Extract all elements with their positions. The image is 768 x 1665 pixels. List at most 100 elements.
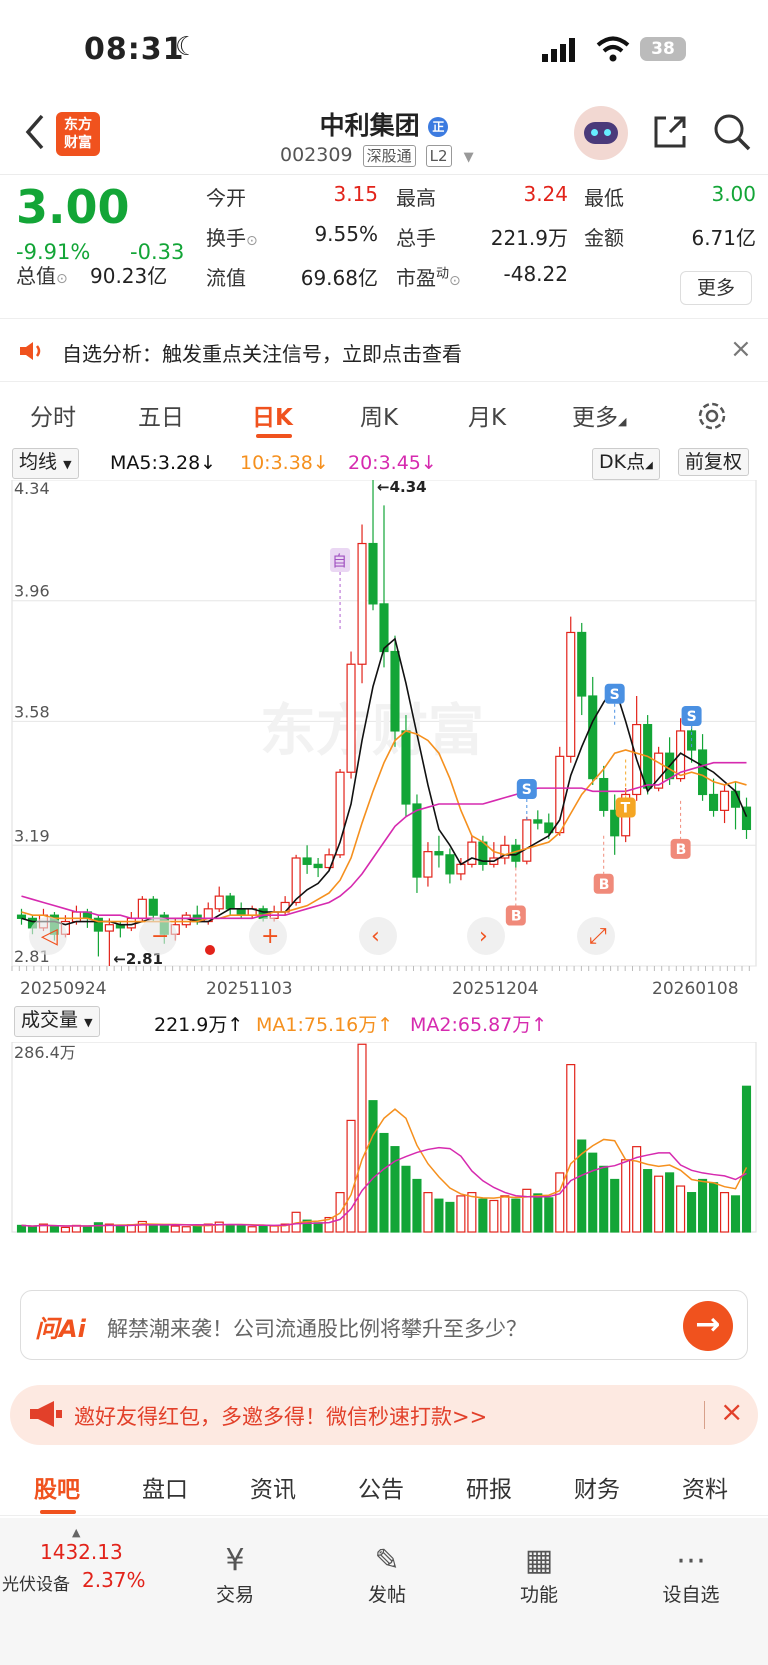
promo-close-icon[interactable]: × — [720, 1395, 743, 1428]
share-icon[interactable] — [652, 114, 688, 150]
tab-monthly-k[interactable]: 月K — [468, 398, 506, 432]
candle-body — [357, 542, 367, 665]
kline-chart-area[interactable]: 均线 ▼ MA5:3.28↓ 10:3.38↓ 20:3.45↓ DK点◢ 前复… — [0, 446, 768, 1246]
volume-bar — [730, 1195, 741, 1233]
volume-value: 221.9万 — [490, 226, 568, 250]
stock-code-row[interactable]: 002309 深股通 L2 ▼ — [280, 144, 474, 167]
tab-announcements[interactable]: 公告 — [358, 1470, 404, 1504]
ai-question-bar[interactable]: 问Ai 解禁潮来袭！公司流通股比例将攀升至多少？ → — [20, 1290, 748, 1360]
ma20-legend: 20:3.45↓ — [348, 452, 437, 474]
float-cap-value: 69.68亿 — [300, 266, 378, 290]
tab-weekly-k[interactable]: 周K — [360, 398, 398, 432]
y-tick-label: 4.34 — [14, 480, 50, 498]
more-quote-button[interactable]: 更多 — [680, 271, 752, 305]
volume-bar — [214, 1221, 224, 1233]
volume-bar — [654, 1175, 664, 1233]
info-icon[interactable]: ⊙ — [56, 271, 68, 287]
volume-bar — [588, 1152, 598, 1233]
candlestick-chart[interactable]: 4.343.963.583.192.81东方财富←4.34←2.81自SSSBB… — [0, 480, 768, 1000]
volume-bar — [511, 1198, 521, 1233]
tab-news[interactable]: 资讯 — [250, 1470, 296, 1504]
moon-icon: ☾ — [175, 32, 199, 62]
tab-more[interactable]: 更多◢ — [572, 398, 626, 432]
pe-value: -48.22 — [503, 262, 568, 286]
volume-bar — [49, 1225, 60, 1233]
zoom-out-icon-glyph: − — [151, 924, 169, 949]
adjust-mode-button[interactable]: 前复权 — [678, 448, 750, 476]
volume-bar — [346, 1119, 356, 1233]
tab-daily-k[interactable]: 日K — [252, 398, 293, 432]
volume-bar — [489, 1199, 499, 1233]
chart-prev-arrow-icon-glyph: ◁ — [41, 924, 58, 949]
volume-bar — [379, 1132, 389, 1233]
info-icon[interactable]: ⊙ — [246, 233, 258, 249]
invite-promo-banner[interactable]: 邀好友得红包，多邀多得！微信秒速打款>> × — [10, 1385, 758, 1445]
volume-bar — [698, 1178, 708, 1233]
last-price: 3.00 — [16, 180, 130, 234]
candle-body — [522, 819, 532, 862]
candle-body — [104, 924, 114, 932]
tab-five-day[interactable]: 五日 — [138, 398, 184, 432]
volume-legend: 221.9万↑ — [154, 1014, 244, 1036]
x-tick-label: 20251204 — [452, 979, 539, 999]
volume-bar — [247, 1226, 257, 1233]
trade-button[interactable]: ¥ 交易 — [190, 1542, 280, 1607]
megaphone-icon — [30, 1401, 62, 1427]
add-watchlist-button[interactable]: ⋯ 设自选 — [646, 1542, 736, 1607]
signal-label: S — [610, 687, 620, 703]
close-icon[interactable]: × — [730, 334, 752, 364]
ai-question-text: 解禁潮来袭！公司流通股比例将攀升至多少？ — [107, 1317, 527, 1341]
info-icon[interactable]: ⊙ — [449, 273, 461, 289]
more-dots-icon: ⋯ — [676, 1543, 706, 1578]
volume-bar — [236, 1225, 246, 1233]
tab-research[interactable]: 研报 — [466, 1470, 512, 1504]
functions-button[interactable]: ▦ 功能 — [494, 1542, 584, 1607]
volume-indicator-select[interactable]: 成交量 ▼ — [14, 1006, 100, 1037]
indicator-select[interactable]: 均线 ▼ — [12, 448, 79, 479]
amount-value: 6.71亿 — [691, 226, 756, 250]
candle-body — [302, 857, 312, 865]
signal-label: B — [676, 842, 687, 858]
candle-body — [313, 863, 323, 869]
ai-go-arrow-icon[interactable]: → — [683, 1301, 733, 1351]
volume-bar — [555, 1172, 565, 1233]
settings-gear-icon[interactable] — [696, 400, 728, 432]
tab-finance[interactable]: 财务 — [574, 1470, 620, 1504]
promo-divider — [704, 1401, 705, 1429]
signal-label: B — [599, 877, 610, 893]
volume-max-label: 286.4万 — [14, 1043, 76, 1062]
vol-ma2-legend: MA2:65.87万↑ — [410, 1014, 548, 1036]
dk-point-button[interactable]: DK点◢ — [592, 448, 660, 480]
open-value: 3.15 — [333, 182, 378, 206]
wifi-icon — [596, 36, 630, 62]
volume-bar — [401, 1165, 411, 1233]
volume-bar — [632, 1146, 642, 1233]
volume-bar — [741, 1085, 752, 1233]
tab-guba[interactable]: 股吧 — [34, 1470, 80, 1504]
tab-profile[interactable]: 资料 — [682, 1470, 728, 1504]
sector-index-widget[interactable]: ▲ 1432.13 光伏设备 2.37% — [0, 1526, 160, 1596]
high-label: 最高 — [396, 186, 436, 210]
volume-bar — [60, 1226, 70, 1233]
candle-body — [467, 841, 477, 865]
float-cap-label: 流值 — [206, 266, 246, 290]
volume-bar — [445, 1201, 455, 1233]
candle-body — [423, 851, 433, 878]
robot-avatar-icon[interactable] — [574, 106, 628, 160]
post-button[interactable]: ✎ 发帖 — [342, 1542, 432, 1607]
stock-header: 东方 财富 中利集团 正 002309 深股通 L2 ▼ — [0, 100, 768, 175]
volume-label: 总手 — [396, 226, 436, 250]
candle-body — [434, 851, 444, 856]
candle-body — [719, 790, 730, 811]
volume-bar — [500, 1195, 510, 1233]
level-tag: L2 — [425, 145, 452, 167]
candle-body — [577, 631, 587, 697]
tab-pankou[interactable]: 盘口 — [142, 1470, 188, 1504]
volume-bar — [456, 1195, 466, 1233]
analysis-notice-bar[interactable]: 自选分析：触发重点关注信号，立即点击查看 × — [0, 320, 768, 382]
battery-level: 38 — [651, 39, 675, 59]
tab-intraday[interactable]: 分时 — [30, 398, 76, 432]
search-icon[interactable] — [712, 112, 752, 152]
period-tabs: 分时 五日 日K 周K 月K 更多◢ — [0, 384, 768, 444]
volume-chart[interactable]: 286.4万 — [0, 1042, 768, 1238]
